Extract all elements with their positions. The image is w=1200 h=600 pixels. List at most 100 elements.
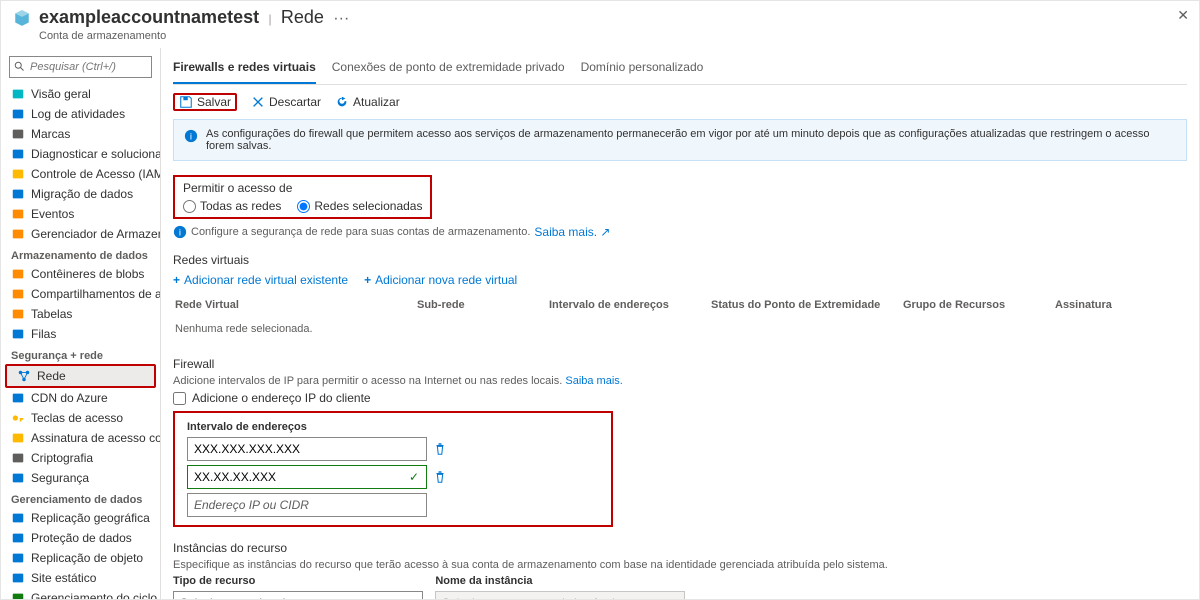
sidebar-item-label: Marcas <box>31 127 70 141</box>
sidebar-item-label: Log de atividades <box>31 107 125 121</box>
sidebar-item-label: Proteção de dados <box>31 531 132 545</box>
vnet-empty: Nenhuma rede selecionada. <box>175 317 1185 341</box>
add-existing-vnet-link[interactable]: +Adicionar rede virtual existente <box>173 273 348 287</box>
sidebar-item-label: Replicação de objeto <box>31 551 143 565</box>
explorer-icon <box>11 227 25 241</box>
th-sub: Assinatura <box>1055 295 1185 315</box>
sidebar-item-label: Segurança <box>31 471 89 485</box>
sidebar-item-key[interactable]: Teclas de acesso <box>1 408 160 428</box>
sidebar-item-label: Replicação geográfica <box>31 511 150 525</box>
instances-col2: Nome da instância <box>435 575 532 587</box>
sidebar-item-sec[interactable]: Segurança <box>1 468 160 488</box>
sidebar-item-queue[interactable]: Filas <box>1 324 160 344</box>
sidebar-item-enc[interactable]: Criptografia <box>1 448 160 468</box>
sidebar-item-log[interactable]: Log de atividades <box>1 104 160 124</box>
radio-selected-networks[interactable]: Redes selecionadas <box>297 199 422 213</box>
learn-more-link[interactable]: Saiba mais. ↗ <box>534 225 610 239</box>
sidebar-item-iam[interactable]: Controle de Acesso (IAM) <box>1 164 160 184</box>
sec-icon <box>11 471 25 485</box>
command-bar: Salvar Descartar Atualizar <box>173 85 1187 119</box>
resource-name: exampleaccountnametest <box>39 7 259 27</box>
firewall-desc: Adicione intervalos de IP para permitir … <box>173 375 562 387</box>
th-subnet: Sub-rede <box>417 295 547 315</box>
sidebar-item-migrate[interactable]: Migração de dados <box>1 184 160 204</box>
sidebar-item-blob[interactable]: Contêineres de blobs <box>1 264 160 284</box>
more-actions-icon[interactable]: ··· <box>333 10 349 27</box>
sidebar-item-label: Migração de dados <box>31 187 133 201</box>
tab[interactable]: Conexões de ponto de extremidade privado <box>332 52 565 84</box>
vnet-table: Rede Virtual Sub-rede Intervalo de ender… <box>173 293 1187 343</box>
firewall-learn-link[interactable]: Saiba mais. <box>565 375 622 387</box>
sidebar-item-event[interactable]: Eventos <box>1 204 160 224</box>
ip-input-1[interactable] <box>187 437 427 461</box>
sidebar-item-explorer[interactable]: Gerenciador de Armazenamento (versão pré… <box>1 224 160 244</box>
refresh-button[interactable]: Atualizar <box>335 95 400 109</box>
search-icon <box>13 60 25 72</box>
tab-bar: Firewalls e redes virtuais Conexões de po… <box>173 52 1187 85</box>
tab[interactable]: Domínio personalizado <box>581 52 704 84</box>
network-icon <box>17 369 31 383</box>
close-icon[interactable]: ✕ <box>1177 7 1189 24</box>
diag-icon <box>11 147 25 161</box>
range-label: Intervalo de endereços <box>187 421 599 433</box>
info-icon <box>173 225 187 239</box>
web-icon <box>11 571 25 585</box>
sidebar-item-label: Teclas de acesso <box>31 411 123 425</box>
geo-icon <box>11 511 25 525</box>
radio-all-networks[interactable]: Todas as redes <box>183 199 281 213</box>
sidebar-item-label: Visão geral <box>31 87 91 101</box>
resource-type-select[interactable]: Selecione um tipo de recurso▾ <box>173 591 423 600</box>
sidebar-item-label: Criptografia <box>31 451 93 465</box>
resource-icon <box>13 9 31 27</box>
ip-input-new[interactable] <box>187 493 427 517</box>
sas-icon <box>11 431 25 445</box>
discard-button[interactable]: Descartar <box>251 95 321 109</box>
life-icon <box>11 591 25 600</box>
th-range: Intervalo de endereços <box>549 295 709 315</box>
obj-icon <box>11 551 25 565</box>
sidebar-item-protect[interactable]: Proteção de dados <box>1 528 160 548</box>
x-icon <box>251 95 265 109</box>
sidebar-item-label: Controle de Acesso (IAM) <box>31 167 160 181</box>
sidebar-group-storage: Armazenamento de dados <box>1 244 160 264</box>
access-heading: Permitir o acesso de <box>183 181 422 195</box>
cube-icon <box>11 87 25 101</box>
add-new-vnet-link[interactable]: +Adicionar nova rede virtual <box>364 273 517 287</box>
sidebar-item-sas[interactable]: Assinatura de acesso compartilhado <box>1 428 160 448</box>
instance-name-select: Selecionar uma ou mais instâncias▾ <box>435 591 685 600</box>
blade-header: exampleaccountnametest | Rede ··· Conta … <box>1 1 1199 48</box>
sidebar-item-label: Site estático <box>31 571 96 585</box>
instances-desc: Especifique as instâncias do recurso que… <box>173 559 1187 571</box>
sidebar-item-geo[interactable]: Replicação geográfica <box>1 508 160 528</box>
cdn-icon <box>11 391 25 405</box>
search-input[interactable] <box>9 56 152 78</box>
trash-icon[interactable] <box>433 470 447 484</box>
add-client-ip-checkbox[interactable]: Adicione o endereço IP do cliente <box>173 391 1187 405</box>
ip-range-box: Intervalo de endereços ✓ <box>173 411 613 527</box>
resource-type: Conta de armazenamento <box>39 30 349 42</box>
sidebar-item-label: Rede <box>37 369 66 383</box>
sidebar-item-file[interactable]: Compartilhamentos de arquivo <box>1 284 160 304</box>
sidebar-item-cube[interactable]: Visão geral <box>1 84 160 104</box>
sidebar-item-label: Assinatura de acesso compartilhado <box>31 431 160 445</box>
sidebar-item-obj[interactable]: Replicação de objeto <box>1 548 160 568</box>
access-help: Configure a segurança de rede para suas … <box>191 226 530 238</box>
log-icon <box>11 107 25 121</box>
firewall-heading: Firewall <box>173 357 1187 371</box>
sidebar-search[interactable] <box>9 56 152 78</box>
save-button[interactable]: Salvar <box>179 95 231 109</box>
tab[interactable]: Firewalls e redes virtuais <box>173 52 316 84</box>
check-icon: ✓ <box>409 470 419 484</box>
sidebar-item-cdn[interactable]: CDN do Azure <box>1 388 160 408</box>
sidebar-item-tag[interactable]: Marcas <box>1 124 160 144</box>
trash-icon[interactable] <box>433 442 447 456</box>
sidebar-item-label: Diagnosticar e solucionar problemas <box>31 147 160 161</box>
sidebar-item-table[interactable]: Tabelas <box>1 304 160 324</box>
instances-heading: Instâncias do recurso <box>173 541 1187 555</box>
save-icon <box>179 95 193 109</box>
ip-input-2[interactable] <box>187 465 427 489</box>
sidebar-item-diag[interactable]: Diagnosticar e solucionar problemas <box>1 144 160 164</box>
sidebar-item-network[interactable]: Rede <box>7 366 154 386</box>
sidebar-item-web[interactable]: Site estático <box>1 568 160 588</box>
sidebar-item-life[interactable]: Gerenciamento do ciclo de vida <box>1 588 160 600</box>
